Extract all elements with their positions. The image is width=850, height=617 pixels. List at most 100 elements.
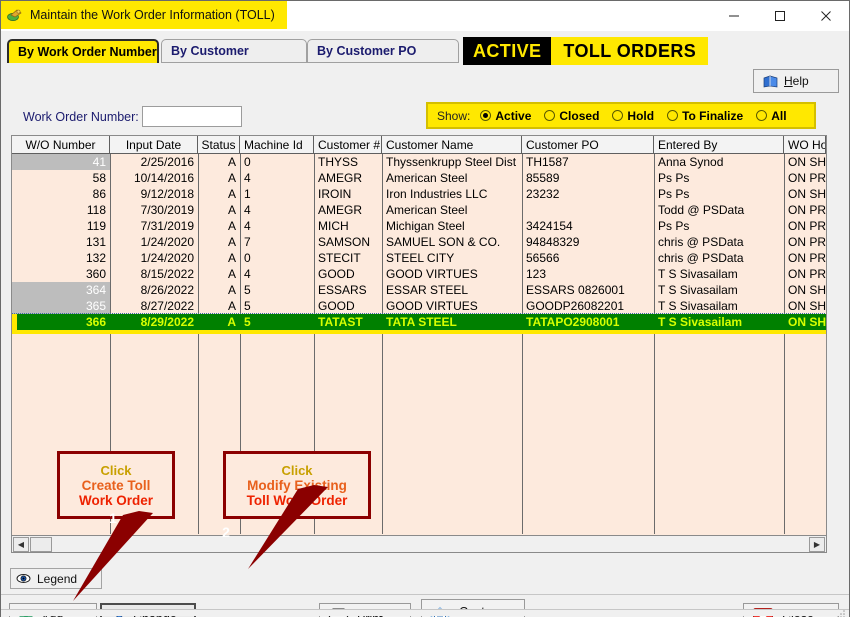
grid-cell-hold[interactable]: ON PRC — [784, 266, 826, 282]
grid-cell-custname[interactable]: Michigan Steel — [382, 218, 522, 234]
grid-cell-wo[interactable]: 119 — [12, 218, 110, 234]
grid-cell-custno[interactable]: GOOD — [314, 298, 382, 314]
table-row[interactable]: 131 1/24/2020 A 7 SAMSON SAMUEL SON & CO. 9484… — [12, 234, 826, 250]
maximize-button[interactable] — [757, 1, 803, 31]
grid-cell-hold[interactable]: ON SHII — [784, 154, 826, 170]
grid-cell-date[interactable]: 1/24/2020 — [110, 234, 198, 250]
grid-header-custno[interactable]: Customer # — [314, 136, 382, 153]
table-row[interactable]: 118 7/30/2019 A 4 AMEGR American Steel Todd @ … — [12, 202, 826, 218]
grid-cell-status[interactable]: A — [198, 250, 240, 266]
grid-cell-status[interactable]: A — [198, 202, 240, 218]
grid-cell-custno[interactable]: SAMSON — [314, 234, 382, 250]
grid-cell-entered[interactable]: T S Sivasailam — [654, 266, 784, 282]
grid-header-date[interactable]: Input Date — [110, 136, 198, 153]
grid-cell-machine[interactable]: 4 — [240, 170, 314, 186]
grid-cell-status[interactable]: A — [198, 266, 240, 282]
grid-cell-custname[interactable]: ESSAR STEEL — [382, 282, 522, 298]
grid-cell-wo[interactable]: 58 — [12, 170, 110, 186]
grid-cell-date[interactable]: 8/27/2022 — [110, 298, 198, 314]
grid-cell-machine[interactable]: 4 — [240, 202, 314, 218]
grid-cell-entered[interactable]: T S Sivasailam — [654, 314, 784, 330]
table-row[interactable]: 58 10/14/2016 A 4 AMEGR American Steel 85589 Ps… — [12, 170, 826, 186]
grid-cell-status[interactable]: A — [198, 186, 240, 202]
scroll-thumb[interactable] — [30, 537, 52, 552]
minimize-button[interactable] — [711, 1, 757, 31]
grid-cell-wo[interactable]: 86 — [12, 186, 110, 202]
grid-header-machine[interactable]: Machine Id — [240, 136, 314, 153]
grid-cell-machine[interactable]: 5 — [240, 298, 314, 314]
grid-header-wo[interactable]: W/O Number — [12, 136, 110, 153]
table-row[interactable]: 119 7/31/2019 A 4 MICH Michigan Steel 3424154 P… — [12, 218, 826, 234]
grid-cell-wo[interactable]: 41 — [12, 154, 110, 170]
grid-cell-date[interactable]: 1/24/2020 — [110, 250, 198, 266]
grid-header-custname[interactable]: Customer Name — [382, 136, 522, 153]
grid-cell-date[interactable]: 8/29/2022 — [110, 314, 198, 330]
grid-cell-status[interactable]: A — [198, 234, 240, 250]
resize-grip-icon[interactable] — [837, 605, 846, 617]
grid-cell-po[interactable]: 56566 — [522, 250, 654, 266]
grid-cell-wo[interactable]: 131 — [12, 234, 110, 250]
grid-cell-custname[interactable]: SAMUEL SON & CO. — [382, 234, 522, 250]
grid-cell-wo[interactable]: 118 — [12, 202, 110, 218]
grid-cell-hold[interactable]: ON SHII — [784, 298, 826, 314]
grid-cell-wo[interactable]: 360 — [12, 266, 110, 282]
tab-by-customer-po[interactable]: By Customer PO — [307, 39, 459, 63]
work-order-number-input[interactable] — [142, 106, 242, 127]
grid-cell-machine[interactable]: 4 — [240, 218, 314, 234]
grid-cell-custname[interactable]: STEEL CITY — [382, 250, 522, 266]
table-row[interactable]: 41 2/25/2016 A 0 THYSS Thyssenkrupp Steel Dis… — [12, 154, 826, 170]
grid-cell-po[interactable] — [522, 202, 654, 218]
grid-cell-custno[interactable]: STECIT — [314, 250, 382, 266]
grid-cell-custno[interactable]: AMEGR — [314, 170, 382, 186]
grid-cell-status[interactable]: A — [198, 218, 240, 234]
table-row[interactable]: 366 8/29/2022 A 5 TATAST TATA STEEL TATAPO2908… — [12, 313, 826, 331]
grid-cell-hold[interactable]: ON SHII — [784, 186, 826, 202]
grid-cell-entered[interactable]: Todd @ PSData — [654, 202, 784, 218]
grid-header-status[interactable]: Status — [198, 136, 240, 153]
tab-by-work-order-number[interactable]: By Work Order Number — [7, 39, 159, 63]
scroll-right-button[interactable]: ▶ — [809, 537, 825, 552]
grid-cell-date[interactable]: 7/31/2019 — [110, 218, 198, 234]
grid-cell-status[interactable]: A — [198, 298, 240, 314]
grid-cell-custno[interactable]: ESSARS — [314, 282, 382, 298]
grid-cell-custno[interactable]: THYSS — [314, 154, 382, 170]
grid-cell-po[interactable]: 94848329 — [522, 234, 654, 250]
grid-cell-machine[interactable]: 0 — [240, 154, 314, 170]
grid-header-po[interactable]: Customer PO — [522, 136, 654, 153]
grid-cell-wo[interactable]: 364 — [12, 282, 110, 298]
grid-cell-machine[interactable]: 7 — [240, 234, 314, 250]
grid-cell-date[interactable]: 8/26/2022 — [110, 282, 198, 298]
grid-cell-machine[interactable]: 0 — [240, 250, 314, 266]
grid-cell-hold[interactable]: ON PRC — [784, 202, 826, 218]
grid-cell-po[interactable]: ESSARS 0826001 — [522, 282, 654, 298]
grid-cell-entered[interactable]: chris @ PSData — [654, 250, 784, 266]
grid-cell-entered[interactable]: Ps Ps — [654, 186, 784, 202]
grid-cell-custno[interactable]: IROIN — [314, 186, 382, 202]
table-row[interactable]: 86 9/12/2018 A 1 IROIN Iron Industries LLC 232… — [12, 186, 826, 202]
table-row[interactable]: 132 1/24/2020 A 0 STECIT STEEL CITY 56566 chris… — [12, 250, 826, 266]
grid-cell-po[interactable]: 123 — [522, 266, 654, 282]
help-button[interactable]: Help — [753, 69, 839, 93]
radio-show-hold[interactable]: Hold — [612, 109, 654, 123]
grid-cell-custname[interactable]: Thyssenkrupp Steel Dist — [382, 154, 522, 170]
grid-cell-entered[interactable]: T S Sivasailam — [654, 298, 784, 314]
grid-cell-custname[interactable]: GOOD VIRTUES — [382, 266, 522, 282]
grid-cell-machine[interactable]: 4 — [240, 266, 314, 282]
radio-show-all[interactable]: All — [756, 109, 787, 123]
grid-cell-entered[interactable]: Anna Synod — [654, 154, 784, 170]
grid-cell-po[interactable]: 23232 — [522, 186, 654, 202]
radio-show-active[interactable]: Active — [480, 109, 531, 123]
grid-cell-custname[interactable]: TATA STEEL — [382, 314, 522, 330]
grid-cell-status[interactable]: A — [198, 282, 240, 298]
grid-cell-hold[interactable]: ON PRC — [784, 234, 826, 250]
grid-cell-date[interactable]: 9/12/2018 — [110, 186, 198, 202]
grid-cell-entered[interactable]: chris @ PSData — [654, 234, 784, 250]
grid-cell-machine[interactable]: 1 — [240, 186, 314, 202]
legend-button[interactable]: Legend — [10, 568, 102, 589]
grid-cell-date[interactable]: 10/14/2016 — [110, 170, 198, 186]
grid-cell-custname[interactable]: Iron Industries LLC — [382, 186, 522, 202]
grid-cell-hold[interactable]: ON PRC — [784, 218, 826, 234]
grid-cell-custno[interactable]: GOOD — [314, 266, 382, 282]
grid-cell-hold[interactable]: ON SHII — [784, 314, 826, 330]
grid-cell-po[interactable]: 85589 — [522, 170, 654, 186]
